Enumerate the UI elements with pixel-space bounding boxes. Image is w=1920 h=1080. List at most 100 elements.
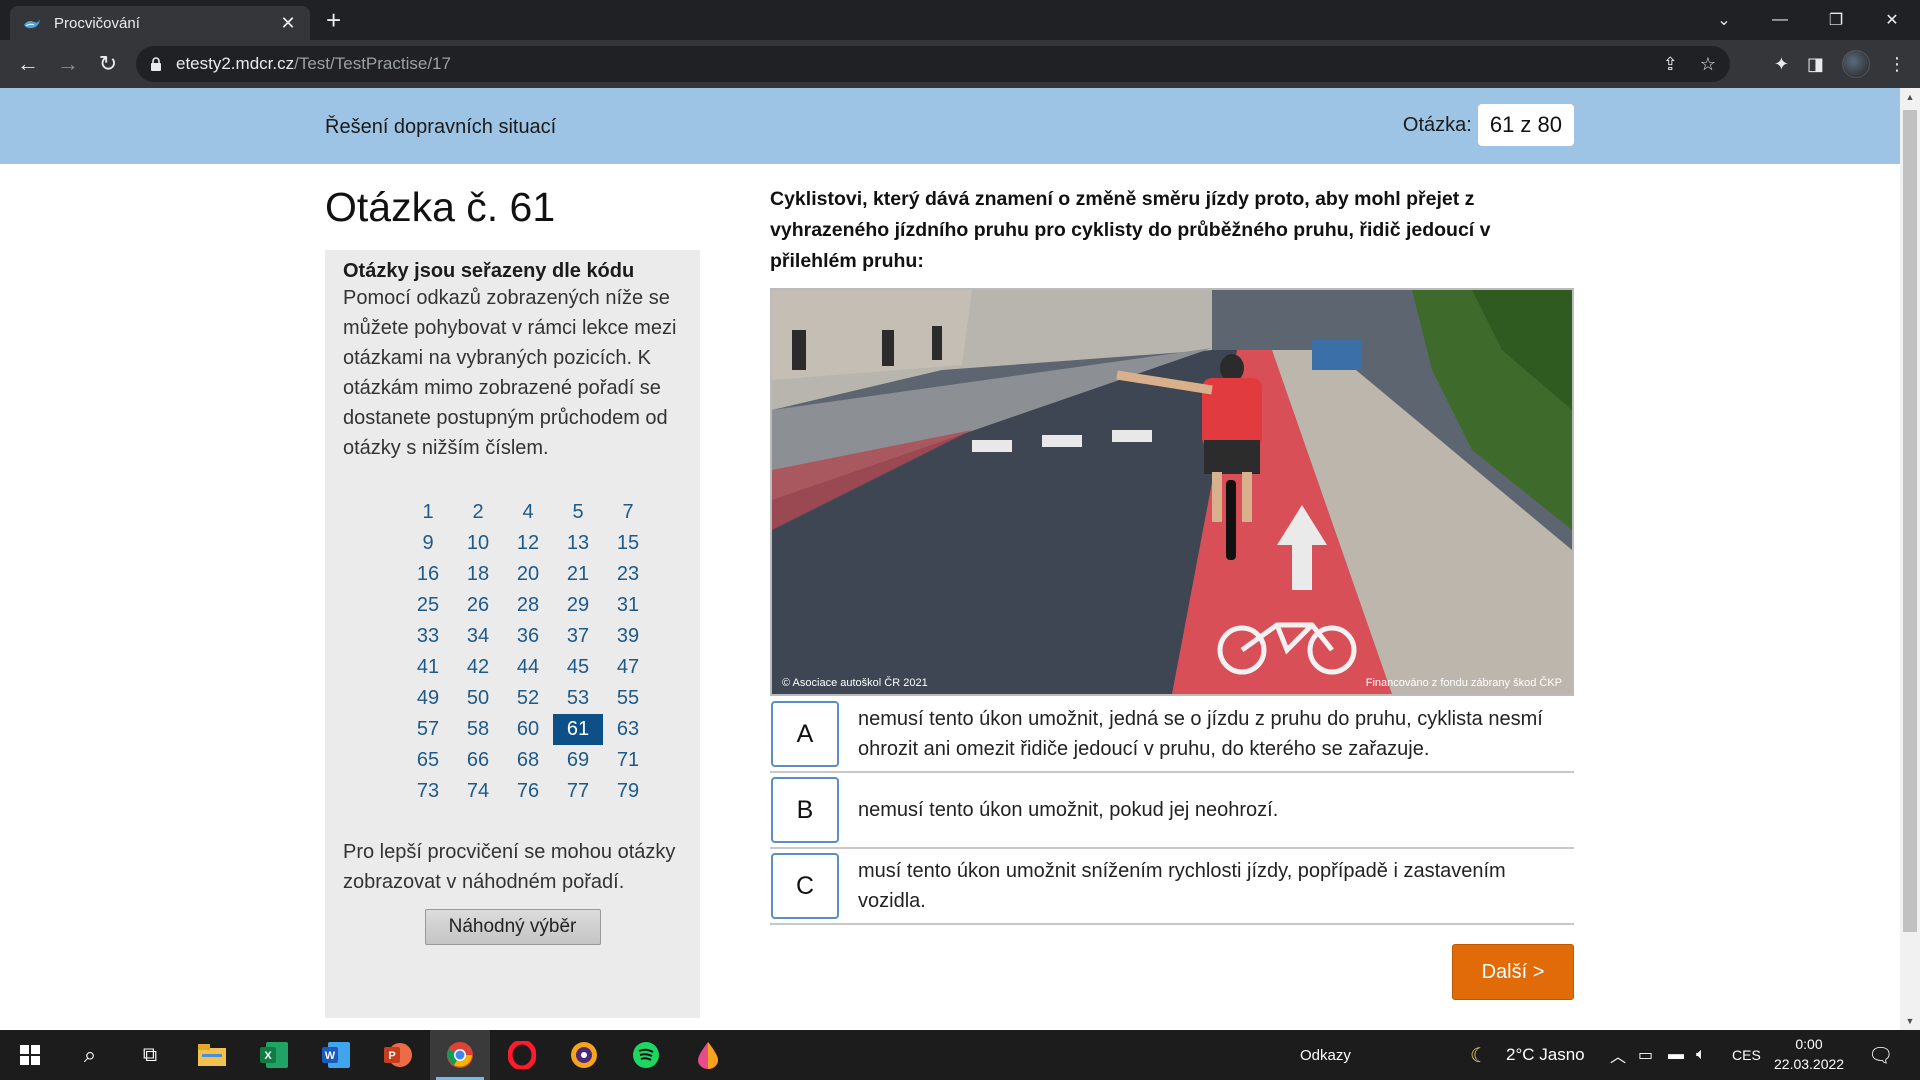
back-icon[interactable]: ← — [14, 50, 42, 78]
question-link[interactable]: 76 — [503, 776, 553, 807]
question-link[interactable]: 9 — [403, 528, 453, 559]
excel-icon[interactable]: X — [244, 1030, 304, 1080]
task-view-icon[interactable]: ⧉ — [120, 1030, 180, 1080]
network-icon[interactable]: ▭ — [1638, 1030, 1653, 1080]
question-link[interactable]: 29 — [553, 590, 603, 621]
page-scrollbar[interactable]: ▲ ▼ — [1900, 88, 1920, 1030]
share-icon[interactable]: ⇪ — [1663, 54, 1678, 75]
question-link[interactable]: 7 — [603, 497, 653, 528]
question-link[interactable]: 79 — [603, 776, 653, 807]
question-link[interactable]: 31 — [603, 590, 653, 621]
question-link[interactable]: 41 — [403, 652, 453, 683]
question-link[interactable]: 60 — [503, 714, 553, 745]
new-tab-icon[interactable]: + — [326, 6, 341, 34]
question-link[interactable]: 61 — [553, 714, 603, 745]
question-link[interactable]: 68 — [503, 745, 553, 776]
volume-icon[interactable]: 🔈︎ — [1696, 1030, 1706, 1080]
question-link[interactable]: 49 — [403, 683, 453, 714]
question-link[interactable]: 73 — [403, 776, 453, 807]
address-bar[interactable]: etesty2.mdcr.cz/Test/TestPractise/17 ⇪ ☆ — [136, 46, 1730, 82]
question-link[interactable]: 13 — [553, 528, 603, 559]
taskbar-clock[interactable]: 0:00 22.03.2022 — [1774, 1034, 1844, 1074]
question-link[interactable]: 15 — [603, 528, 653, 559]
question-link[interactable]: 26 — [453, 590, 503, 621]
minimize-icon[interactable]: — — [1752, 0, 1808, 40]
taskbar-links[interactable]: Odkazy — [1300, 1030, 1351, 1080]
answer-letter-button[interactable]: A — [771, 701, 839, 767]
search-icon[interactable]: ⌕ — [60, 1030, 120, 1080]
question-link[interactable]: 63 — [603, 714, 653, 745]
question-link[interactable]: 18 — [453, 559, 503, 590]
question-link[interactable]: 74 — [453, 776, 503, 807]
question-link[interactable]: 44 — [503, 652, 553, 683]
question-link[interactable]: 53 — [553, 683, 603, 714]
question-link[interactable]: 66 — [453, 745, 503, 776]
word-icon[interactable]: W — [306, 1030, 366, 1080]
question-link[interactable]: 28 — [503, 590, 553, 621]
question-link[interactable]: 42 — [453, 652, 503, 683]
question-link[interactable]: 5 — [553, 497, 603, 528]
forward-icon[interactable]: → — [54, 50, 82, 78]
question-link[interactable]: 12 — [503, 528, 553, 559]
spotify-icon[interactable] — [616, 1030, 676, 1080]
extensions-icon[interactable]: ✦ — [1774, 54, 1789, 75]
question-link[interactable]: 55 — [603, 683, 653, 714]
question-link[interactable]: 52 — [503, 683, 553, 714]
battery-icon[interactable]: ▬ — [1668, 1030, 1684, 1080]
question-link[interactable]: 37 — [553, 621, 603, 652]
question-link[interactable]: 23 — [603, 559, 653, 590]
question-link[interactable]: 21 — [553, 559, 603, 590]
bookmark-star-icon[interactable]: ☆ — [1700, 54, 1716, 75]
tray-chevron-icon[interactable]: ︿ — [1610, 1030, 1626, 1080]
question-link[interactable]: 20 — [503, 559, 553, 590]
question-link[interactable]: 71 — [603, 745, 653, 776]
restore-icon[interactable]: ❐ — [1808, 0, 1864, 40]
answer-text[interactable]: nemusí tento úkon umožnit, pokud jej neo… — [858, 773, 1554, 847]
answer-option[interactable]: C musí tento úkon umožnit snížením rychl… — [770, 849, 1574, 925]
windows-start-icon[interactable] — [0, 1030, 60, 1080]
scroll-up-icon[interactable]: ▲ — [1900, 88, 1920, 106]
question-link[interactable]: 1 — [403, 497, 453, 528]
answer-option[interactable]: B nemusí tento úkon umožnit, pokud jej n… — [770, 773, 1574, 849]
reload-icon[interactable]: ↻ — [94, 50, 122, 78]
color-drop-icon[interactable] — [678, 1030, 738, 1080]
vpn-shield-icon[interactable] — [554, 1030, 614, 1080]
question-link[interactable]: 33 — [403, 621, 453, 652]
answer-letter-button[interactable]: B — [771, 777, 839, 843]
next-question-button[interactable]: Další > — [1452, 944, 1574, 1000]
question-link[interactable]: 77 — [553, 776, 603, 807]
question-link[interactable]: 4 — [503, 497, 553, 528]
browser-tab[interactable]: Procvičování ✕ — [10, 6, 310, 40]
question-link[interactable]: 39 — [603, 621, 653, 652]
side-panel-icon[interactable]: ◨ — [1807, 54, 1824, 75]
chrome-icon[interactable] — [430, 1030, 490, 1080]
question-link[interactable]: 50 — [453, 683, 503, 714]
question-link[interactable]: 58 — [453, 714, 503, 745]
input-language[interactable]: CES — [1732, 1030, 1761, 1080]
tab-close-icon[interactable]: ✕ — [278, 13, 298, 34]
question-link[interactable]: 25 — [403, 590, 453, 621]
question-link[interactable]: 69 — [553, 745, 603, 776]
question-link[interactable]: 34 — [453, 621, 503, 652]
notifications-icon[interactable]: 🗨︎ — [1868, 1030, 1893, 1080]
answer-text[interactable]: nemusí tento úkon umožnit, jedná se o jí… — [858, 697, 1554, 771]
answer-letter-button[interactable]: C — [771, 853, 839, 919]
file-explorer-icon[interactable] — [182, 1030, 242, 1080]
random-selection-button[interactable]: Náhodný výběr — [424, 909, 601, 945]
question-link[interactable]: 47 — [603, 652, 653, 683]
menu-icon[interactable]: ⋮ — [1888, 54, 1906, 75]
question-link[interactable]: 2 — [453, 497, 503, 528]
profile-avatar[interactable] — [1842, 50, 1870, 78]
question-link[interactable]: 45 — [553, 652, 603, 683]
scrollbar-thumb[interactable] — [1903, 110, 1917, 932]
question-link[interactable]: 10 — [453, 528, 503, 559]
question-link[interactable]: 57 — [403, 714, 453, 745]
question-link[interactable]: 16 — [403, 559, 453, 590]
question-link[interactable]: 36 — [503, 621, 553, 652]
opera-icon[interactable] — [492, 1030, 552, 1080]
question-link[interactable]: 65 — [403, 745, 453, 776]
window-close-icon[interactable]: ✕ — [1864, 0, 1920, 40]
weather-widget[interactable]: 2°C Jasno — [1506, 1030, 1585, 1080]
answer-option[interactable]: A nemusí tento úkon umožnit, jedná se o … — [770, 697, 1574, 773]
scroll-down-icon[interactable]: ▼ — [1900, 1012, 1920, 1030]
